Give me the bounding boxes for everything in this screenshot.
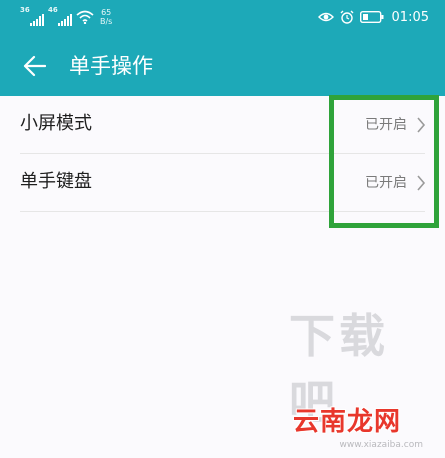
signal-2-label: 46 — [48, 6, 58, 14]
status-bar: 36 46 65 B/s 01:05 — [0, 0, 445, 34]
watermark: 下载吧 云南龙网 www.xiazaiba.com — [289, 309, 439, 452]
app-bar: 单手操作 — [0, 34, 445, 96]
status-right-group: 01:05 — [317, 7, 429, 27]
signal-2: 46 — [48, 6, 72, 26]
setting-label: 单手键盘 — [20, 171, 92, 192]
watermark-front-text: 云南龙网 — [292, 407, 401, 437]
signal-1: 36 — [20, 6, 44, 26]
watermark-url: www.xiazaiba.com — [339, 440, 423, 450]
signal-icon — [58, 14, 72, 26]
status-time: 01:05 — [391, 9, 429, 25]
page-title: 单手操作 — [69, 54, 153, 78]
status-left-group: 36 46 65 B/s — [20, 6, 112, 28]
alarm-icon — [340, 10, 354, 24]
net-speed: 65 B/s — [100, 8, 112, 26]
back-button[interactable] — [18, 50, 50, 82]
eye-icon — [317, 12, 334, 22]
setting-label: 小屏模式 — [20, 113, 92, 134]
back-arrow-icon — [23, 55, 46, 77]
net-speed-value: 65 — [101, 8, 112, 17]
signal-icon — [30, 14, 44, 26]
signal-1-label: 36 — [20, 6, 30, 14]
net-speed-unit: B/s — [100, 17, 113, 26]
highlight-annotation-box — [329, 95, 439, 228]
battery-icon — [359, 11, 384, 23]
wifi-icon — [76, 10, 94, 24]
